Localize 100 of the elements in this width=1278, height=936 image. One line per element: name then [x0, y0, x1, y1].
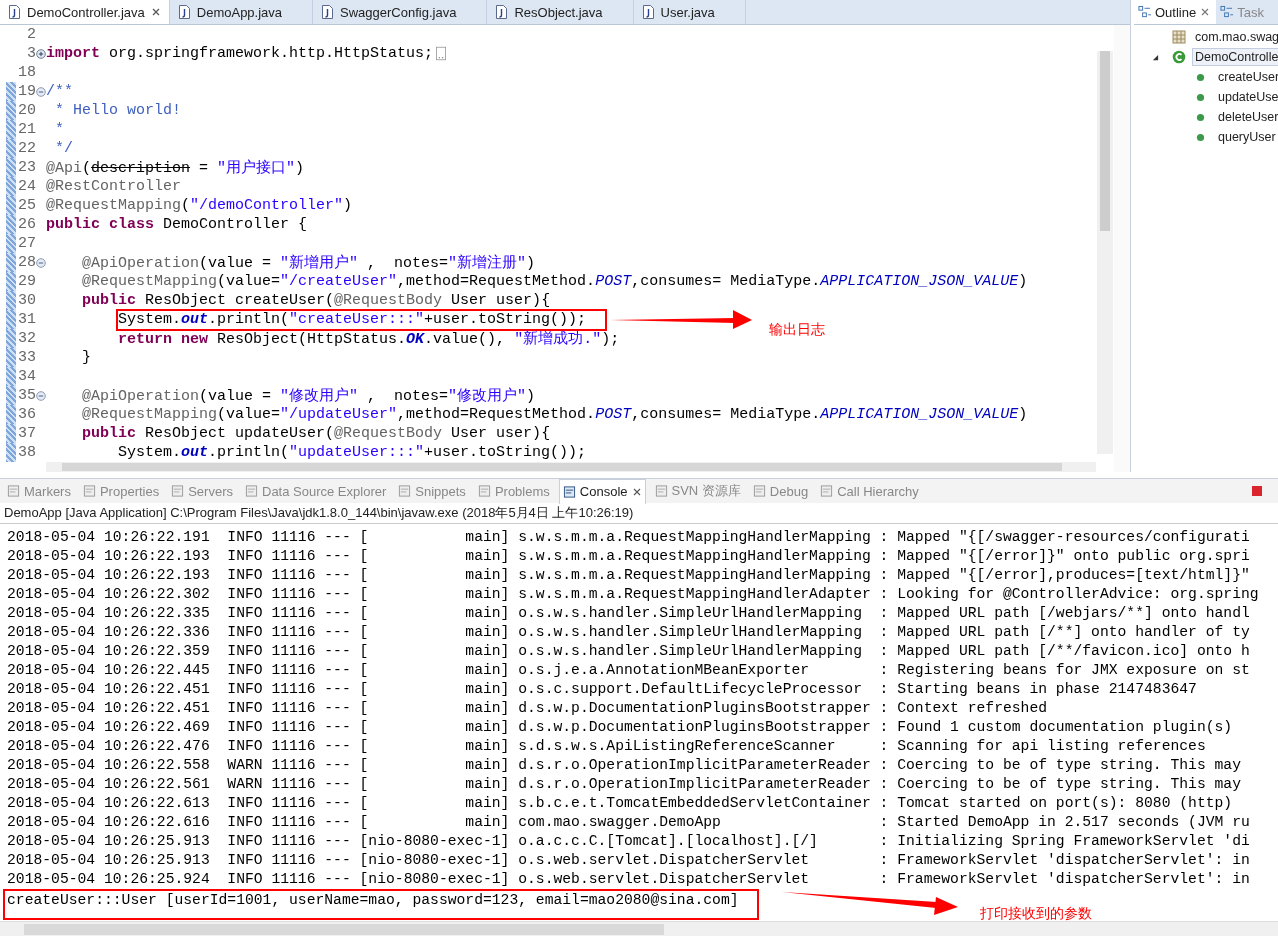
code-line: * — [55, 121, 65, 138]
annotation-text: 打印接收到的参数 — [980, 905, 1092, 923]
editor-tab[interactable]: ResObject.java — [487, 0, 634, 24]
view-icon — [562, 484, 576, 499]
list-icon — [1138, 5, 1151, 19]
file-icon — [321, 5, 335, 19]
console-line: 2018-05-04 10:26:22.193 INFO 11116 --- [ main] s.w.s.m.m.a.RequestMappingHandlerMapping : Mapped "{[/error]}" onto public org.spri — [7, 547, 1250, 566]
line-number: 31 — [17, 311, 36, 328]
horizontal-scrollbar[interactable] — [46, 462, 1096, 472]
collapse-fold-icon[interactable] — [36, 86, 46, 97]
code-line: @RequestMapping(value="/createUser",method=RequestMethod.POST,consumes= MediaType.APPLICATION_JSON_VALUE) — [82, 273, 1028, 290]
line-number: 2 — [26, 26, 36, 43]
outline-item[interactable]: updateUse — [1215, 88, 1278, 106]
code-line: System.out.println("updateUser:::"+user.toString()); — [118, 444, 587, 461]
list-icon — [1220, 5, 1234, 19]
collapse-fold-icon[interactable] — [36, 257, 46, 268]
console-line: 2018-05-04 10:26:22.561 WARN 11116 --- [ main] d.s.r.o.OperationImplicitParameterReader : Coercing to be of type string. This may — [7, 775, 1241, 794]
console-line: 2018-05-04 10:26:22.451 INFO 11116 --- [ main] d.s.w.p.DocumentationPluginsBootstrapper : Context refreshed — [7, 699, 1048, 718]
console-line: 2018-05-04 10:26:22.336 INFO 11116 --- [ main] o.s.w.s.handler.SimpleUrlHandlerMapping : Mapped URL path [/**] onto handler of ty — [7, 623, 1250, 642]
console-line: 2018-05-04 10:26:22.613 INFO 11116 --- [ main] s.b.c.e.t.TomcatEmbeddedServletContainer : Tomcat started on port(s): 8080 (http) — [7, 794, 1233, 813]
editor-tab[interactable]: DemoController.java — [0, 0, 170, 24]
outline-item[interactable]: queryUser — [1215, 128, 1278, 146]
line-number: 23 — [17, 159, 36, 176]
code-line: System.out.println("createUser:::"+user.toString()); — [118, 310, 587, 328]
collapse-fold-icon[interactable] — [36, 390, 46, 401]
code-line: return new ResObject(HttpStatus.OK.value(), "新增成功."); — [118, 329, 620, 348]
outline-item[interactable]: DemoControlle — [1192, 48, 1278, 66]
file-icon — [8, 5, 21, 19]
line-number: 28 — [17, 254, 36, 271]
line-number: 37 — [17, 425, 36, 442]
code-line: } — [82, 349, 92, 366]
outline-item[interactable]: com.mao.swag — [1192, 28, 1278, 46]
vertical-scrollbar[interactable] — [1097, 51, 1113, 454]
editor-tab[interactable]: User.java — [633, 0, 746, 24]
close-icon[interactable] — [1200, 7, 1211, 17]
console-line: 2018-05-04 10:26:22.445 INFO 11116 --- [ main] o.s.j.e.a.AnnotationMBeanExporter : Registering beans for JMX exposure on st — [7, 661, 1250, 680]
console-line: 2018-05-04 10:26:22.558 WARN 11116 --- [ main] d.s.r.o.OperationImplicitParameterReader : Coercing to be of type string. This may — [7, 756, 1241, 775]
line-number: 22 — [17, 140, 36, 157]
code-line: import org.springframework.http.HttpStatus; — [46, 45, 434, 62]
view-icon — [171, 484, 185, 498]
file-icon — [495, 5, 509, 19]
console-line: 2018-05-04 10:26:22.616 INFO 11116 --- [ main] com.mao.swagger.DemoApp : Started DemoApp in 2.517 seconds (JVM ru — [7, 813, 1250, 832]
view-icon — [477, 484, 491, 498]
code-line: @RequestMapping(value="/updateUser",method=RequestMethod.POST,consumes= MediaType.APPLICATION_JSON_VALUE) — [82, 406, 1028, 423]
file-icon — [177, 5, 191, 19]
close-icon[interactable] — [631, 486, 642, 497]
view-icon — [7, 484, 20, 498]
view-icon — [654, 484, 668, 498]
view-icon — [752, 484, 766, 498]
view-icon — [82, 484, 96, 498]
console-line: 2018-05-04 10:26:22.476 INFO 11116 --- [ main] s.d.s.w.s.ApiListingReferenceScanner : Scanning for api listing references — [7, 737, 1206, 756]
console-line: 2018-05-04 10:26:22.335 INFO 11116 --- [ main] o.s.w.s.handler.SimpleUrlHandlerMapping : Mapped URL path [/webjars/**] onto handl — [7, 604, 1250, 623]
launch-description: DemoApp [Java Application] C:\Program Files\Java\jdk1.8.0_144\bin\javaw.exe (2018年5月4日 上午10:26:19) — [0, 503, 1278, 524]
code-line: @Api(description = "用户接口") — [46, 158, 305, 177]
expand-fold-icon[interactable] — [36, 48, 46, 59]
annotation-text: 输出日志 — [769, 321, 825, 339]
line-number: 3 — [26, 45, 36, 62]
view-tab[interactable]: Outline — [1134, 0, 1217, 24]
line-number: 33 — [17, 349, 36, 366]
line-number: 21 — [17, 121, 36, 138]
console-line: 2018-05-04 10:26:22.191 INFO 11116 --- [ main] s.w.s.m.m.a.RequestMappingHandlerMapping : Mapped "{[/swagger-resources/configurati — [7, 528, 1250, 547]
code-line: @RestController — [46, 178, 182, 195]
code-line: /** — [46, 83, 73, 100]
console-line: 2018-05-04 10:26:22.451 INFO 11116 --- [ main] o.s.c.support.DefaultLifecycleProcessor : Starting beans in phase 2147483647 — [7, 680, 1197, 699]
line-number: 30 — [17, 292, 36, 309]
view-icon — [245, 484, 258, 498]
code-line: public ResObject updateUser(@RequestBody User user){ — [82, 425, 551, 442]
line-number: 24 — [17, 178, 36, 195]
view-icon — [820, 484, 834, 498]
folded-code-icon[interactable] — [436, 46, 447, 61]
console-line: 2018-05-04 10:26:22.359 INFO 11116 --- [ main] o.s.w.s.handler.SimpleUrlHandlerMapping : Mapped URL path [/**/favicon.ico] onto h — [7, 642, 1250, 661]
line-number: 36 — [17, 406, 36, 423]
console-line: 2018-05-04 10:26:22.469 INFO 11116 --- [ main] d.s.w.p.DocumentationPluginsBootstrapper : Found 1 custom documentation plugin(s) — [7, 718, 1233, 737]
code-line: @ApiOperation(value = "新增用户" , notes="新增注册") — [82, 253, 536, 272]
code-line: */ — [55, 140, 74, 157]
editor-tab[interactable]: DemoApp.java — [169, 0, 314, 24]
line-number: 35 — [17, 387, 36, 404]
line-number: 34 — [17, 368, 36, 385]
console-line: 2018-05-04 10:26:22.302 INFO 11116 --- [ main] s.w.s.m.m.a.RequestMappingHandlerAdapter : Looking for @ControllerAdvice: org.spring — [7, 585, 1259, 604]
code-line: public class DemoController { — [46, 216, 308, 233]
console-line: 2018-05-04 10:26:22.193 INFO 11116 --- [ main] s.w.s.m.m.a.RequestMappingHandlerMapping : Mapped "{[/error],produces=[text/html]}" — [7, 566, 1250, 585]
line-number: 38 — [17, 444, 36, 461]
console-line: 2018-05-04 10:26:25.913 INFO 11116 --- [nio-8080-exec-1] o.s.web.servlet.DispatcherServlet : FrameworkServlet 'dispatcherServlet': in — [7, 851, 1250, 870]
close-icon[interactable] — [150, 7, 161, 17]
expanded-arrow-icon[interactable] — [1152, 53, 1159, 61]
stop-icon[interactable] — [1251, 485, 1263, 497]
view-tab[interactable]: Console — [558, 478, 646, 504]
line-number: 29 — [17, 273, 36, 290]
class-icon — [1172, 50, 1186, 64]
horizontal-scrollbar[interactable] — [0, 921, 1278, 936]
line-number: 20 — [17, 102, 36, 119]
code-line: public ResObject createUser(@RequestBody User user){ — [82, 292, 551, 309]
line-number: 32 — [17, 330, 36, 347]
outline-item[interactable]: createUser — [1215, 68, 1278, 86]
line-number: 25 — [17, 197, 36, 214]
line-number: 26 — [17, 216, 36, 233]
console-line: 2018-05-04 10:26:25.913 INFO 11116 --- [nio-8080-exec-1] o.a.c.c.C.[Tomcat].[localhost].[/] : Initializing Spring FrameworkServlet 'di — [7, 832, 1250, 851]
outline-item[interactable]: deleteUser — [1215, 108, 1278, 126]
editor-tab[interactable]: SwaggerConfig.java — [313, 0, 488, 24]
console-line: 2018-05-04 10:26:25.924 INFO 11116 --- [nio-8080-exec-1] o.s.web.servlet.DispatcherServlet : FrameworkServlet 'dispatcherServlet': in — [7, 870, 1250, 889]
